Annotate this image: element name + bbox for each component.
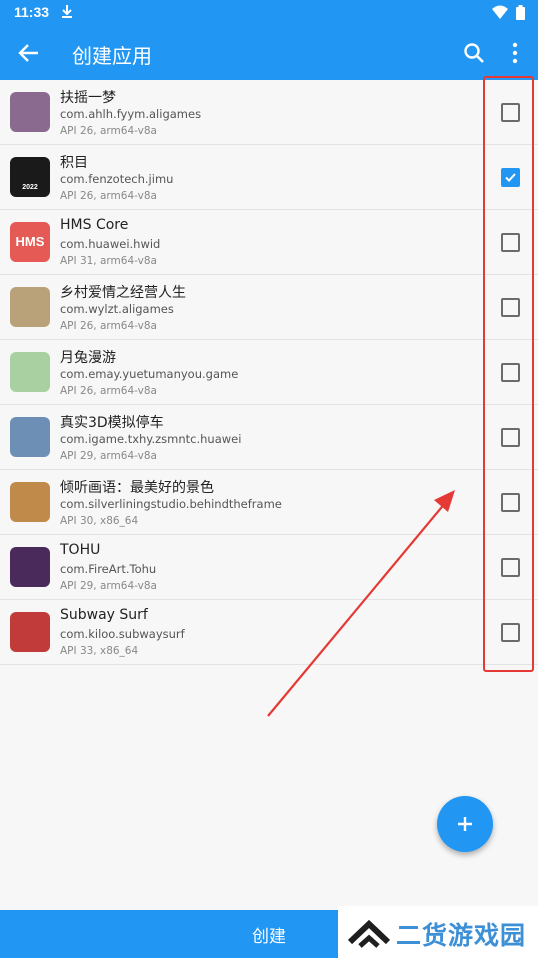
app-package: com.FireArt.Tohu bbox=[60, 562, 157, 576]
app-meta: API 31, arm64-v8a bbox=[60, 255, 157, 267]
app-icon bbox=[10, 92, 50, 132]
app-name: 倾听画语：最美好的景色 bbox=[60, 480, 214, 496]
app-meta: API 26, arm64-v8a bbox=[60, 385, 157, 397]
app-package: com.silverliningstudio.behindtheframe bbox=[60, 497, 282, 511]
app-icon-text: HMS bbox=[15, 234, 45, 249]
battery-icon bbox=[516, 5, 525, 20]
app-icon bbox=[10, 417, 50, 457]
app-icon bbox=[10, 612, 50, 652]
app-package: com.ahlh.fyym.aligames bbox=[60, 107, 202, 121]
app-package: com.emay.yuetumanyou.game bbox=[60, 367, 239, 381]
watermark-logo-icon bbox=[347, 919, 391, 948]
app-package: com.fenzotech.jimu bbox=[60, 172, 174, 186]
app-list-item[interactable]: 月兔漫游 com.emay.yuetumanyou.game API 26, arm… bbox=[0, 340, 538, 405]
status-time: 11:33 bbox=[14, 4, 50, 20]
app-list: 扶摇一梦 com.ahlh.fyym.aligames API 26, arm64-… bbox=[0, 80, 538, 665]
status-bar: 11:33 bbox=[0, 0, 538, 26]
search-icon[interactable] bbox=[462, 41, 486, 65]
app-icon bbox=[10, 287, 50, 327]
add-fab-button[interactable] bbox=[437, 796, 493, 852]
app-icon bbox=[10, 352, 50, 392]
app-list-item[interactable]: HMS HMS Core com.huawei.hwid API 31, arm64-… bbox=[0, 210, 538, 275]
app-icon bbox=[10, 482, 50, 522]
app-meta: API 29, arm64-v8a bbox=[60, 580, 157, 592]
app-meta: API 26, arm64-v8a bbox=[60, 320, 157, 332]
app-name: 月兔漫游 bbox=[60, 350, 116, 366]
app-package: com.igame.txhy.zsmntc.huawei bbox=[60, 432, 242, 446]
app-meta: API 26, arm64-v8a bbox=[60, 190, 157, 202]
app-name: 乡村爱情之经营人生 bbox=[60, 285, 186, 301]
app-list-item[interactable]: 乡村爱情之经营人生 com.wylzt.aligames API 26, arm64… bbox=[0, 275, 538, 340]
app-name: HMS Core bbox=[60, 217, 129, 233]
create-button[interactable]: 创建 bbox=[0, 910, 338, 958]
plus-icon bbox=[458, 817, 472, 831]
app-list-item[interactable]: 2022 积目 com.fenzotech.jimu API 26, arm64-v8… bbox=[0, 145, 538, 210]
app-package: com.kiloo.subwaysurf bbox=[60, 627, 185, 641]
app-meta: API 30, x86_64 bbox=[60, 515, 139, 527]
wifi-icon bbox=[492, 5, 508, 19]
app-icon: 2022 bbox=[10, 157, 50, 197]
app-name: 扶摇一梦 bbox=[60, 90, 116, 106]
back-arrow-icon[interactable] bbox=[16, 40, 42, 66]
app-list-item[interactable]: Subway Surf com.kiloo.subwaysurf API 33, x… bbox=[0, 600, 538, 665]
app-name: TOHU bbox=[60, 542, 101, 558]
watermark-text: 二货游戏园 bbox=[396, 921, 527, 950]
app-name: Subway Surf bbox=[60, 607, 148, 623]
more-options-icon[interactable] bbox=[505, 41, 525, 65]
app-icon: HMS bbox=[10, 222, 50, 262]
app-list-item[interactable]: 倾听画语：最美好的景色 com.silverliningstudio.behind… bbox=[0, 470, 538, 535]
app-meta: API 29, arm64-v8a bbox=[60, 450, 157, 462]
app-meta: API 33, x86_64 bbox=[60, 645, 139, 657]
app-name: 真实3D模拟停车 bbox=[60, 415, 164, 431]
app-bar: 创建应用 bbox=[0, 26, 538, 80]
app-name: 积目 bbox=[60, 155, 88, 171]
app-package: com.huawei.hwid bbox=[60, 237, 161, 251]
app-list-item[interactable]: TOHU com.FireArt.Tohu API 29, arm64-v8a bbox=[0, 535, 538, 600]
download-icon bbox=[62, 5, 72, 18]
app-icon bbox=[10, 547, 50, 587]
watermark: 二货游戏园 bbox=[338, 906, 538, 958]
app-list-item[interactable]: 真实3D模拟停车 com.igame.txhy.zsmntc.huawei API … bbox=[0, 405, 538, 470]
app-list-item[interactable]: 扶摇一梦 com.ahlh.fyym.aligames API 26, arm64-… bbox=[0, 80, 538, 145]
app-meta: API 26, arm64-v8a bbox=[60, 125, 157, 137]
page-title: 创建应用 bbox=[72, 44, 152, 68]
annotation-highlight-box bbox=[483, 76, 534, 672]
app-package: com.wylzt.aligames bbox=[60, 302, 174, 316]
app-icon-text: 2022 bbox=[22, 184, 38, 191]
